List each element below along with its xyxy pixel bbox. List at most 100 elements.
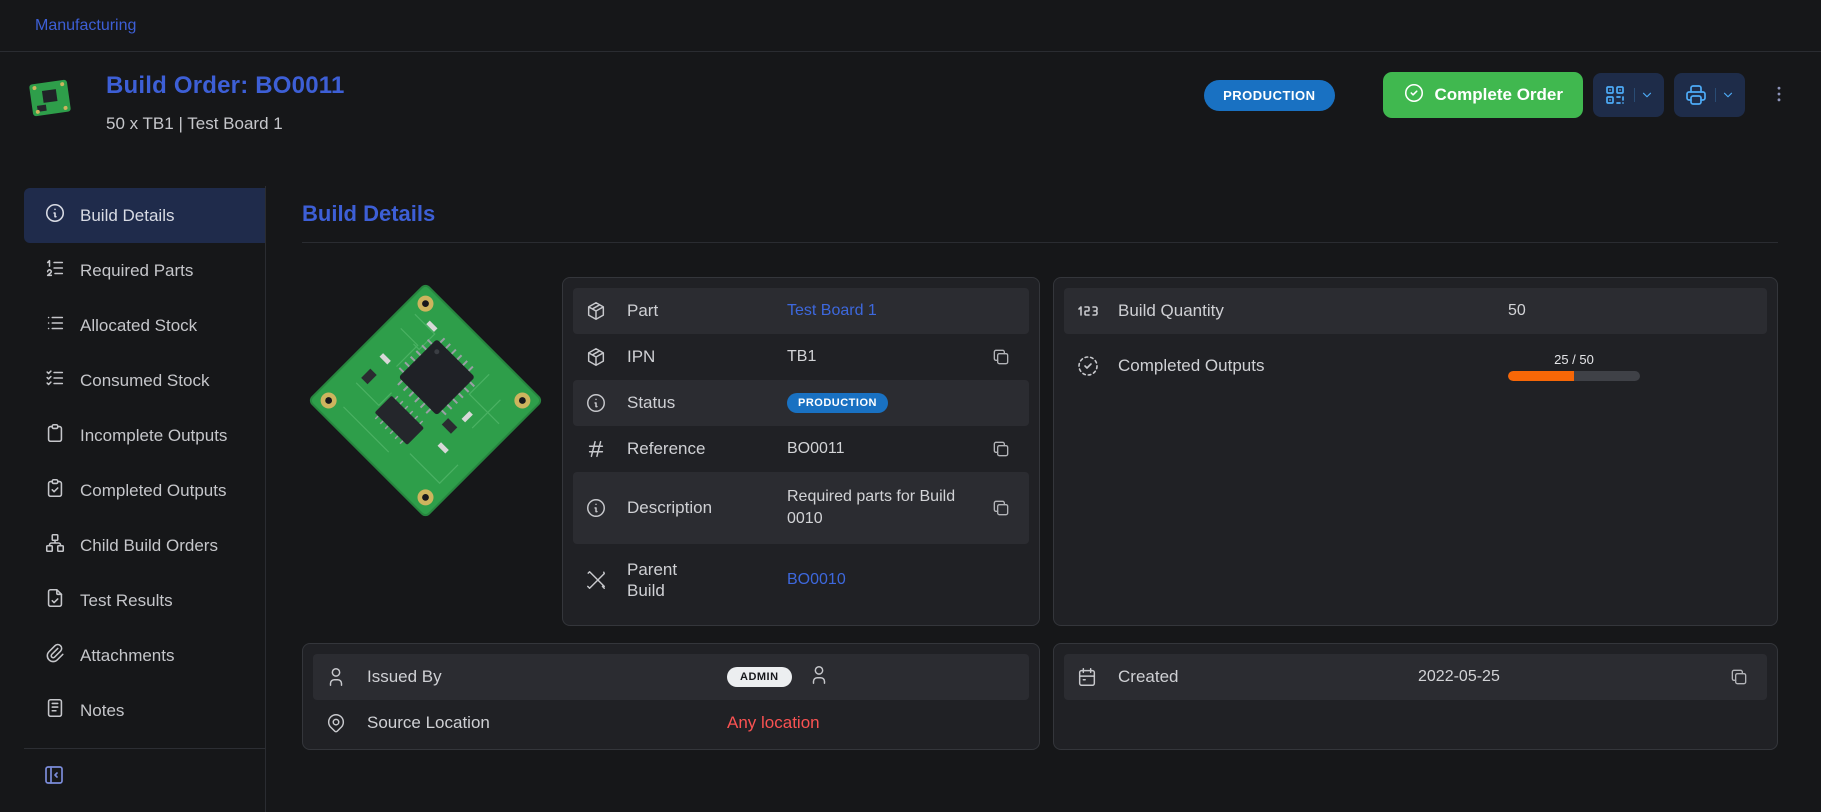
package-icon [585,346,609,368]
reference-value: BO0011 [787,440,845,458]
clipboard-icon [44,422,66,449]
detail-row-part: Part Test Board 1 [573,288,1029,334]
sidebar: Build Details Required Parts Allocated S… [0,186,266,812]
chevron-down-icon [1715,88,1739,102]
status-badge: PRODUCTION [787,393,888,413]
issued-by-badge: ADMIN [727,667,792,687]
sidebar-item-required-parts[interactable]: Required Parts [24,243,265,298]
sidebar-item-label: Consumed Stock [80,371,209,391]
sidebar-item-completed-outputs[interactable]: Completed Outputs [24,463,265,518]
parent-build-link[interactable]: BO0010 [787,571,846,589]
breadcrumb: Manufacturing [0,0,1821,52]
detail-label-parent-build: Parent Build [627,559,787,602]
test-report-icon [44,587,66,614]
sidebar-item-label: Allocated Stock [80,316,197,336]
part-link[interactable]: Test Board 1 [787,302,877,320]
sidebar-item-notes[interactable]: Notes [24,683,265,738]
info-circle-icon [585,392,609,414]
sidebar-item-label: Child Build Orders [80,536,218,556]
complete-order-button[interactable]: Complete Order [1383,72,1583,118]
detail-row-description: Description Required parts for Build 001… [573,472,1029,544]
list-check-icon [44,367,66,394]
detail-label-reference: Reference [627,438,787,459]
page-title: Build Order: BO0011 [106,72,345,100]
notes-icon [44,697,66,724]
build-details-panel: Part Test Board 1 IPN TB1 [562,277,1040,626]
build-quantity-value: 50 [1508,302,1526,320]
detail-row-status: Status PRODUCTION [573,380,1029,426]
clipboard-check-icon [44,477,66,504]
completed-outputs-progress: 25 / 50 [1508,352,1640,381]
row-build-quantity: Build Quantity 50 [1064,288,1767,334]
progress-check-icon [1076,354,1100,378]
detail-label-description: Description [627,497,787,518]
map-pin-icon [325,712,349,734]
sidebar-item-label: Completed Outputs [80,481,226,501]
numbers-123-icon [1076,299,1100,323]
qrcode-icon [1599,83,1631,107]
main-content: Build Details [266,186,1821,812]
row-issued-by: Issued By ADMIN [313,654,1029,700]
progress-fill [1508,371,1574,381]
build-order-header: Build Order: BO0011 50 x TB1 | Test Boar… [0,52,1821,186]
progress-track [1508,371,1640,381]
sidebar-item-allocated-stock[interactable]: Allocated Stock [24,298,265,353]
issue-panel: Issued By ADMIN [302,643,1040,750]
detail-row-parent-build: Parent Build BO0010 [573,544,1029,616]
more-actions-button[interactable] [1765,80,1793,111]
created-panel: Created 2022-05-25 [1053,643,1778,750]
sidebar-item-attachments[interactable]: Attachments [24,628,265,683]
sidebar-item-consumed-stock[interactable]: Consumed Stock [24,353,265,408]
detail-label-status: Status [627,392,787,413]
sidebar-item-build-details[interactable]: Build Details [24,188,265,243]
copy-button[interactable] [1723,661,1755,693]
sidebar-item-label: Test Results [80,591,173,611]
build-part-image [302,277,549,524]
section-heading: Build Details [302,201,1778,227]
barcode-actions-button[interactable] [1593,73,1664,117]
tools-icon [585,569,609,591]
sitemap-icon [44,532,66,559]
status-badge: PRODUCTION [1204,80,1334,111]
completed-outputs-label: Completed Outputs [1118,355,1508,376]
sidebar-item-label: Notes [80,701,124,721]
printer-icon [1680,83,1712,107]
print-actions-button[interactable] [1674,73,1745,117]
copy-button[interactable] [985,341,1017,373]
source-location-value: Any location [727,713,820,733]
breadcrumb-manufacturing-link[interactable]: Manufacturing [35,17,136,35]
copy-button[interactable] [985,433,1017,465]
sidebar-item-label: Incomplete Outputs [80,426,227,446]
row-created: Created 2022-05-25 [1064,654,1767,700]
hash-icon [585,438,609,460]
progress-label: 25 / 50 [1508,352,1640,367]
circle-check-icon [1403,82,1425,109]
info-circle-icon [585,497,609,519]
sidebar-item-label: Required Parts [80,261,193,281]
part-thumbnail-image [26,74,74,122]
build-quantity-panel: Build Quantity 50 Completed Outputs 25 /… [1053,277,1778,626]
sidebar-item-test-results[interactable]: Test Results [24,573,265,628]
row-completed-outputs: Completed Outputs 25 / 50 [1064,334,1767,398]
user-icon [808,664,830,691]
build-quantity-label: Build Quantity [1118,300,1508,321]
sidebar-item-label: Build Details [80,206,175,226]
sidebar-collapse-button[interactable] [0,749,66,790]
page-subtitle: 50 x TB1 | Test Board 1 [106,114,345,134]
heading-divider [302,242,1778,243]
detail-row-ipn: IPN TB1 [573,334,1029,380]
list-icon [44,312,66,339]
source-location-label: Source Location [367,712,727,733]
row-source-location: Source Location Any location [313,700,1029,746]
paperclip-icon [44,642,66,669]
detail-label-ipn: IPN [627,346,787,367]
detail-row-reference: Reference BO0011 [573,426,1029,472]
chevron-down-icon [1634,88,1658,102]
description-value: Required parts for Build 0010 [787,486,967,531]
issued-by-label: Issued By [367,666,727,687]
sidebar-item-incomplete-outputs[interactable]: Incomplete Outputs [24,408,265,463]
copy-button[interactable] [985,492,1017,524]
sidebar-item-child-build-orders[interactable]: Child Build Orders [24,518,265,573]
detail-label-part: Part [627,300,787,321]
list-numbers-icon [44,257,66,284]
